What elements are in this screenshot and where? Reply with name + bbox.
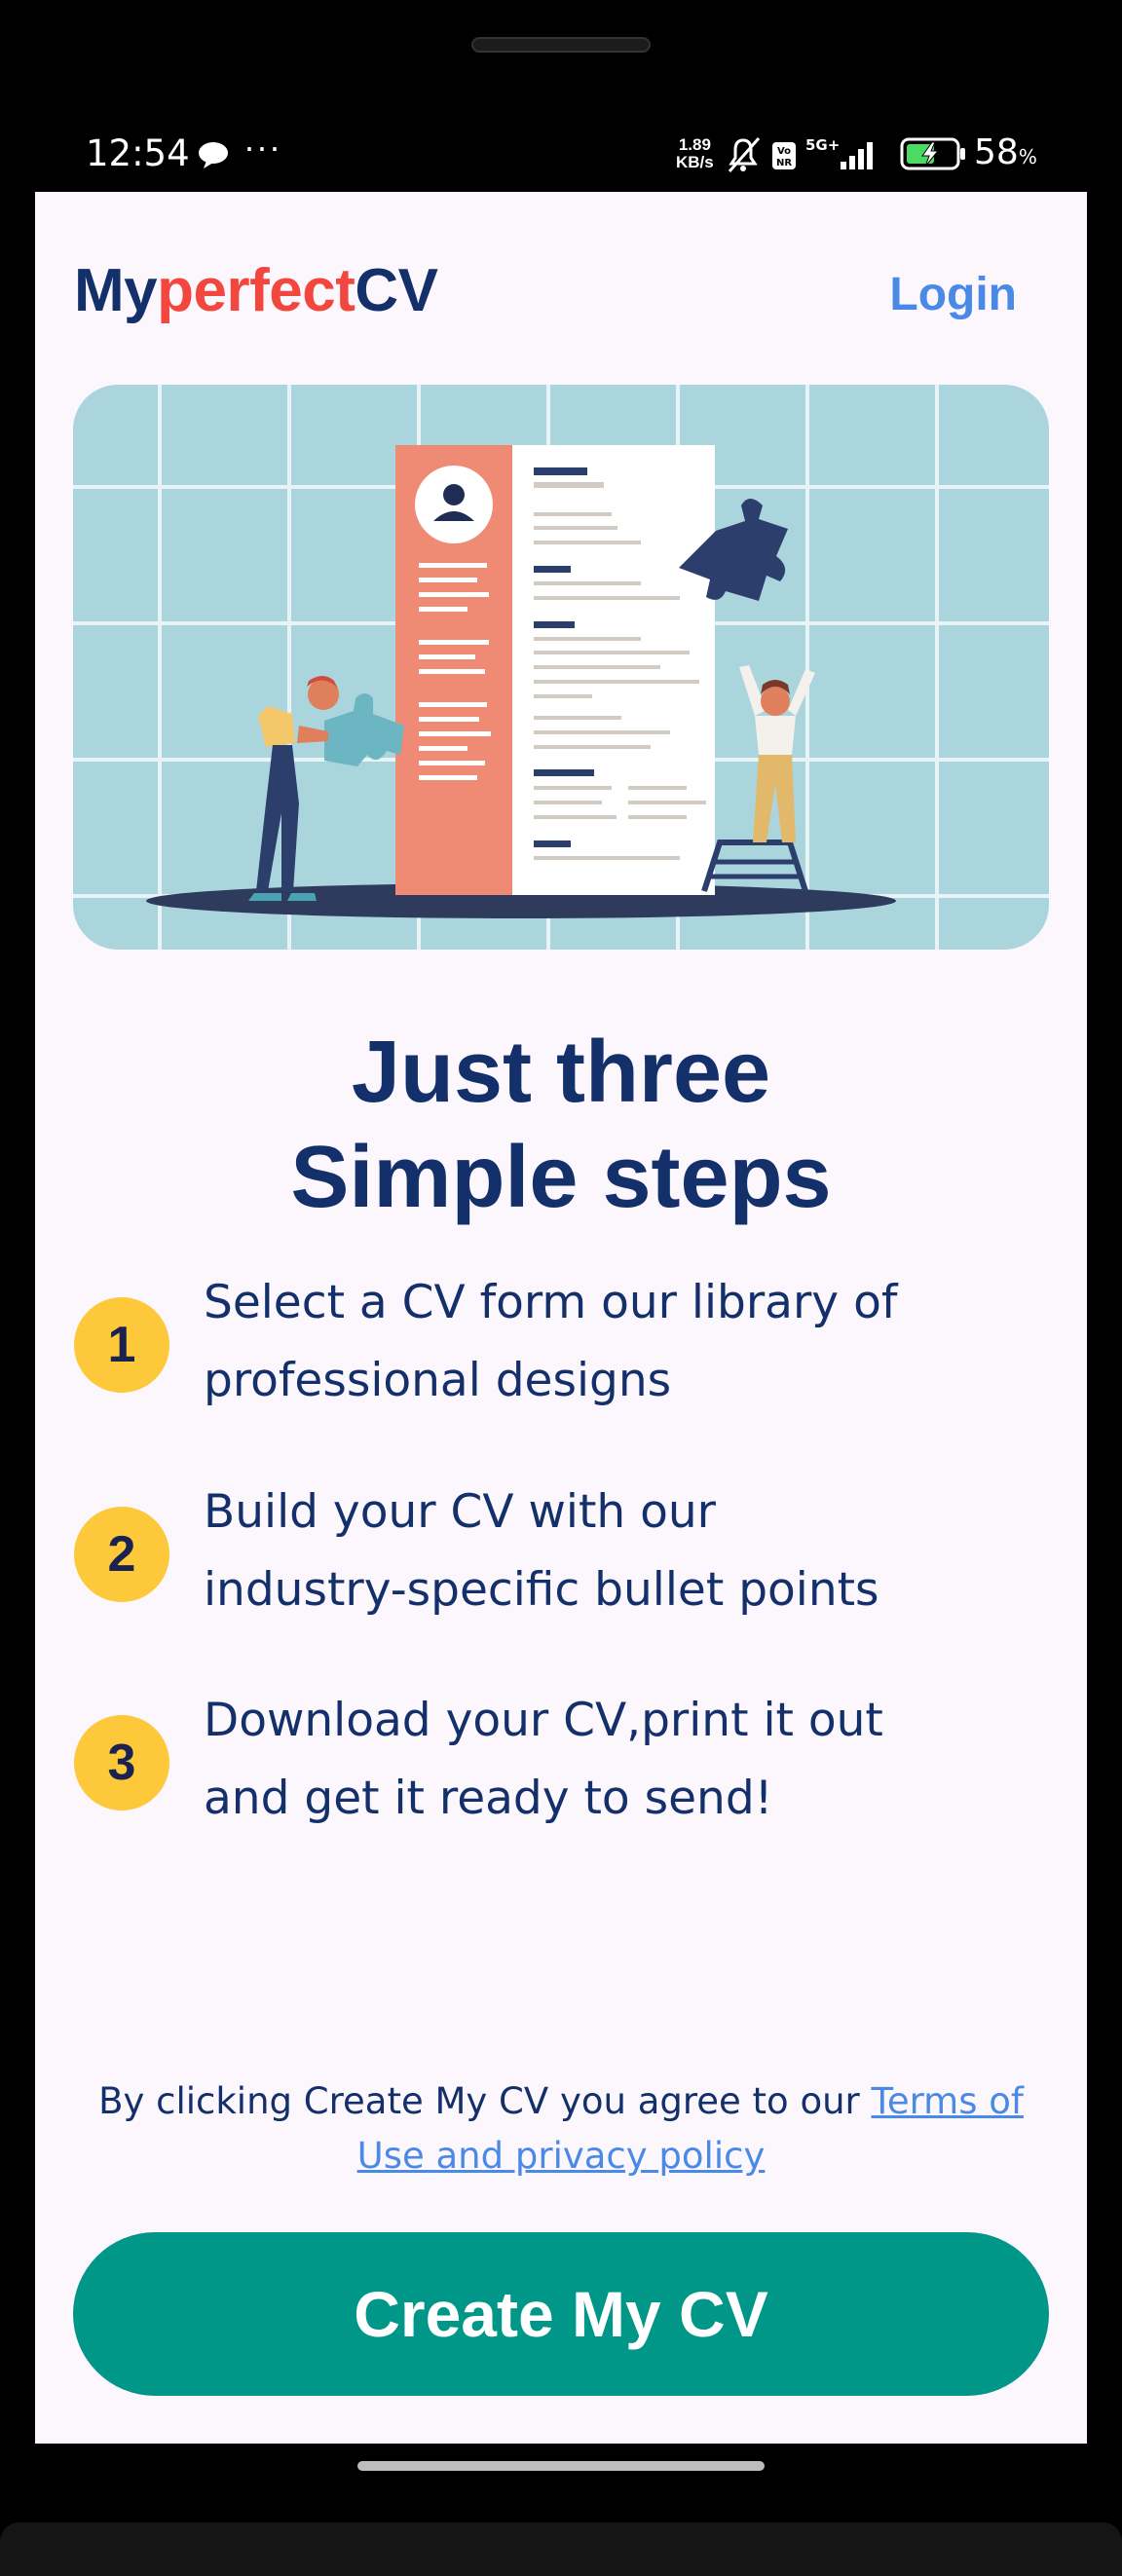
vonr-badge-icon: Vo NR [772,142,796,169]
create-my-cv-button[interactable]: Create My CV [73,2232,1049,2396]
net-speed-unit: KB/s [676,153,714,171]
status-time: 12:54 [86,132,190,174]
headline-line-1: Just three [351,1024,771,1121]
signal-icon: 5G+ [805,136,873,169]
status-icons: Vo NR 5G+ [726,136,891,180]
earpiece-speaker [471,37,651,53]
step-number-badge: 2 [74,1507,169,1602]
headline: Just three Simple steps [35,1020,1087,1230]
more-notifications-icon: ··· [243,127,281,167]
bell-muted-icon [728,137,761,172]
battery-percent: 58% [974,132,1037,172]
headline-line-2: Simple steps [290,1129,832,1226]
device-bezel [0,2522,1122,2576]
terms-notice: By clicking Create My CV you agree to ou… [98,2080,1024,2177]
home-gesture-bar[interactable] [357,2461,765,2471]
status-bar: 12:54 ··· 1.89 KB/s Vo NR 5G+ 58% [0,117,1122,189]
battery-charging-icon [899,134,969,178]
net-speed-value: 1.89 [678,135,711,154]
hero-illustration [73,385,1049,950]
step-text: Download your CV,print it out and get it… [204,1694,883,1825]
step-number-badge: 1 [74,1297,169,1393]
brand-logo: MyperfectCV [74,257,438,324]
svg-text:NR: NR [776,158,792,168]
chat-bubble-icon [197,140,230,174]
privacy-policy-link[interactable]: Use and privacy policy [357,2135,766,2177]
step-text: Select a CV form our library of professi… [204,1276,898,1407]
terms-link[interactable]: Terms of [872,2080,1024,2122]
step-number-badge: 3 [74,1715,169,1811]
svg-text:5G+: 5G+ [805,136,840,154]
step-text: Build your CV with our industry-specific… [204,1485,879,1617]
network-speed: 1.89 KB/s [676,136,714,171]
login-link[interactable]: Login [889,268,1017,321]
app-screen: MyperfectCV Login Just three Simple step… [35,192,1087,2444]
svg-text:Vo: Vo [777,146,791,157]
